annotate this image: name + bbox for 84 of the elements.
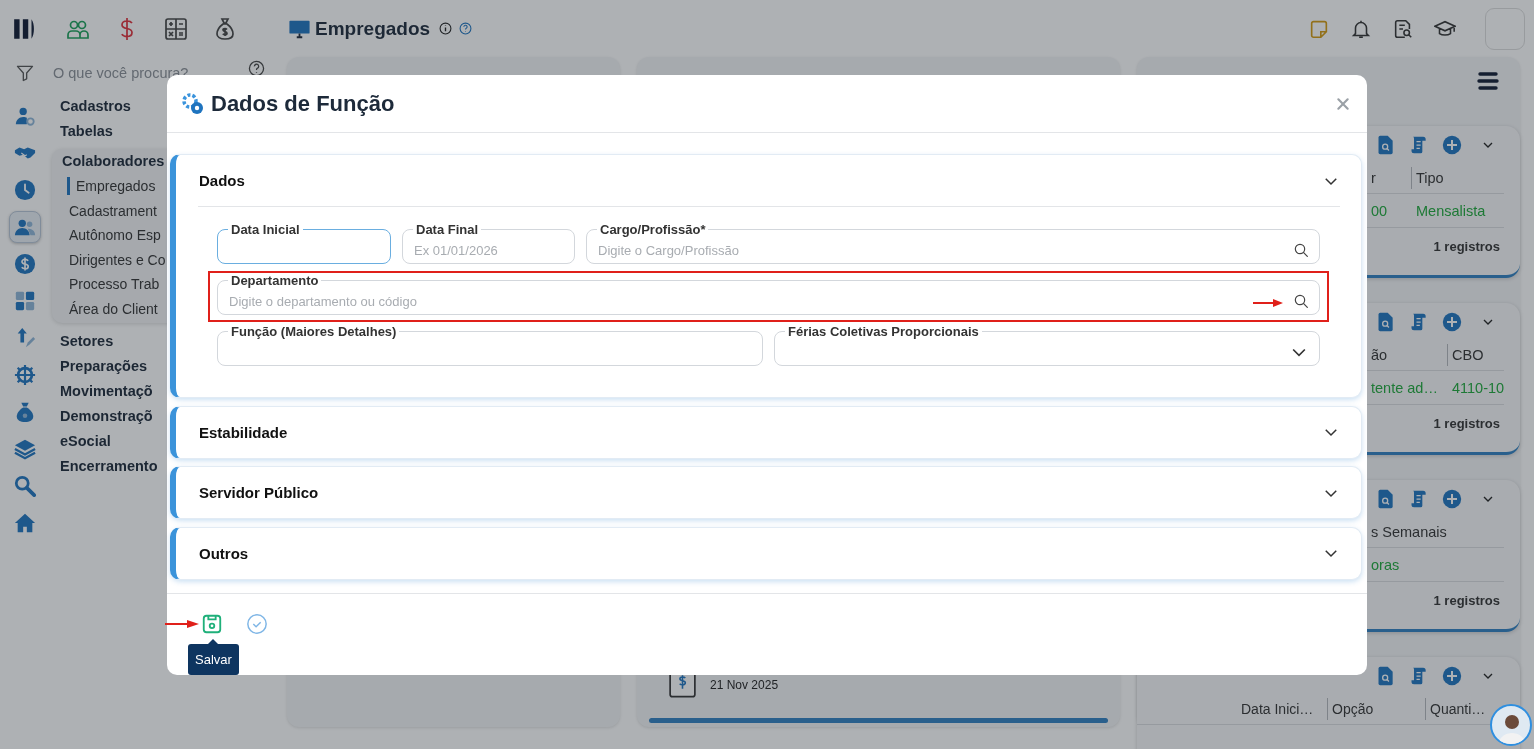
close-icon[interactable]	[1335, 95, 1351, 112]
add-icon[interactable]	[1442, 666, 1462, 686]
info-icon[interactable]	[439, 22, 453, 35]
search-field[interactable]: Cargo/Profissão* Digite o Cargo/Profissão	[586, 222, 1320, 264]
menu-item[interactable]: Preparações	[60, 353, 148, 379]
submenu-item[interactable]: Autônomo Esp	[62, 223, 161, 248]
search-icon[interactable]	[1293, 293, 1309, 309]
table-cell-text: oras	[1371, 556, 1401, 573]
submenu-item[interactable]: Dirigentes e Co	[62, 247, 166, 273]
field-label: Departamento	[230, 273, 320, 288]
record-count: 1 registros	[1433, 415, 1500, 431]
field-label: Data Inicial	[230, 222, 301, 237]
table-cell-text: Mensalista	[1415, 202, 1487, 219]
section-header[interactable]: Dados	[176, 155, 1361, 206]
text-input[interactable]: Digite o departamento ou código	[228, 293, 1249, 309]
document-search-icon[interactable]	[1392, 17, 1414, 40]
document-search-icon[interactable]	[1376, 135, 1396, 155]
column-header: s Semanais	[1371, 522, 1448, 542]
column-header: r	[1371, 168, 1377, 188]
field-label: Cargo/Profissão*	[599, 222, 707, 237]
search-icon[interactable]	[1293, 242, 1309, 258]
section-header[interactable]: Outros	[176, 527, 1361, 579]
calculator-icon[interactable]	[164, 16, 188, 41]
scroll-icon[interactable]	[1409, 312, 1429, 332]
entry-date: 21 Nov 2025	[710, 678, 779, 692]
save-icon[interactable]	[201, 612, 223, 635]
add-icon[interactable]	[1442, 135, 1462, 155]
record-count: 1 registros	[1433, 592, 1500, 608]
scroll-icon[interactable]	[1409, 489, 1429, 509]
menu-item[interactable]: Colaboradores	[62, 149, 165, 174]
column-header: CBO	[1447, 343, 1504, 366]
help-icon[interactable]	[248, 59, 265, 77]
menu-item[interactable]: Encerramento	[60, 453, 158, 479]
gears-icon	[181, 91, 205, 116]
column-header: Data Inici…	[1241, 699, 1315, 719]
submenu-item[interactable]: Área do Client	[62, 296, 158, 322]
field-label: Data Final	[415, 222, 480, 237]
filter-icon[interactable]	[15, 63, 35, 83]
page-title: Empregados	[315, 17, 431, 40]
scroll-icon[interactable]	[1409, 666, 1429, 686]
field-label: Função (Maiores Detalhes)	[230, 324, 398, 339]
table-cell-text: 00	[1371, 202, 1389, 219]
search-field[interactable]: Departamento Digite o departamento ou código	[217, 273, 1320, 315]
menu-item[interactable]: Cadastros	[60, 94, 131, 119]
document-search-icon[interactable]	[1376, 312, 1396, 332]
add-icon[interactable]	[1442, 489, 1462, 509]
menu-item[interactable]: Demonstraçõ	[60, 403, 153, 429]
check-circle-icon[interactable]	[246, 612, 268, 635]
table-cell-text: 4110-10	[1451, 379, 1505, 396]
text-field[interactable]: Função (Maiores Detalhes)	[217, 324, 763, 366]
people-icon[interactable]	[9, 210, 41, 243]
money-bag-icon[interactable]	[213, 16, 237, 41]
date-field[interactable]: Data Final Ex 01/01/2026	[402, 222, 575, 264]
section-title: Estabilidade	[199, 423, 288, 441]
submenu-item[interactable]: Empregados	[67, 177, 156, 195]
menu-item[interactable]: Setores	[60, 328, 114, 354]
submenu-item[interactable]: Processo Trab	[62, 272, 160, 297]
section-title: Servidor Público	[199, 484, 319, 501]
date-field[interactable]: Data Inicial	[217, 222, 391, 264]
menu-item[interactable]: Movimentaçõ	[60, 378, 153, 404]
field-label: Férias Coletivas Proporcionais	[787, 324, 980, 339]
section-header[interactable]: Estabilidade	[176, 406, 1361, 458]
menu-item[interactable]: eSocial	[60, 428, 111, 454]
submenu-item[interactable]: Cadastrament	[62, 198, 157, 224]
menu-item[interactable]: Tabelas	[60, 119, 113, 144]
text-input[interactable]: Digite o Cargo/Profissão	[597, 242, 1293, 258]
table-cell-text: tente ad…	[1371, 379, 1439, 396]
section-title: Dados	[199, 172, 245, 189]
dialog-title: Dados de Função	[211, 90, 395, 117]
section-header[interactable]: Servidor Público	[176, 467, 1361, 518]
column-header: Opção	[1327, 697, 1425, 720]
document-search-icon[interactable]	[1376, 666, 1396, 686]
scrollbar[interactable]	[649, 718, 1108, 723]
column-header: ão	[1371, 345, 1389, 365]
text-input[interactable]: Ex 01/01/2026	[413, 242, 564, 258]
column-header: Tipo	[1411, 166, 1504, 189]
avatar[interactable]	[1490, 704, 1532, 746]
menu-icon[interactable]	[1476, 69, 1500, 93]
document-search-icon[interactable]	[1376, 489, 1396, 509]
record-count: 1 registros	[1433, 238, 1500, 254]
select-field[interactable]: Férias Coletivas Proporcionais	[774, 324, 1320, 366]
add-icon[interactable]	[1442, 312, 1462, 332]
scroll-icon[interactable]	[1409, 135, 1429, 155]
section-title: Outros	[199, 544, 249, 562]
